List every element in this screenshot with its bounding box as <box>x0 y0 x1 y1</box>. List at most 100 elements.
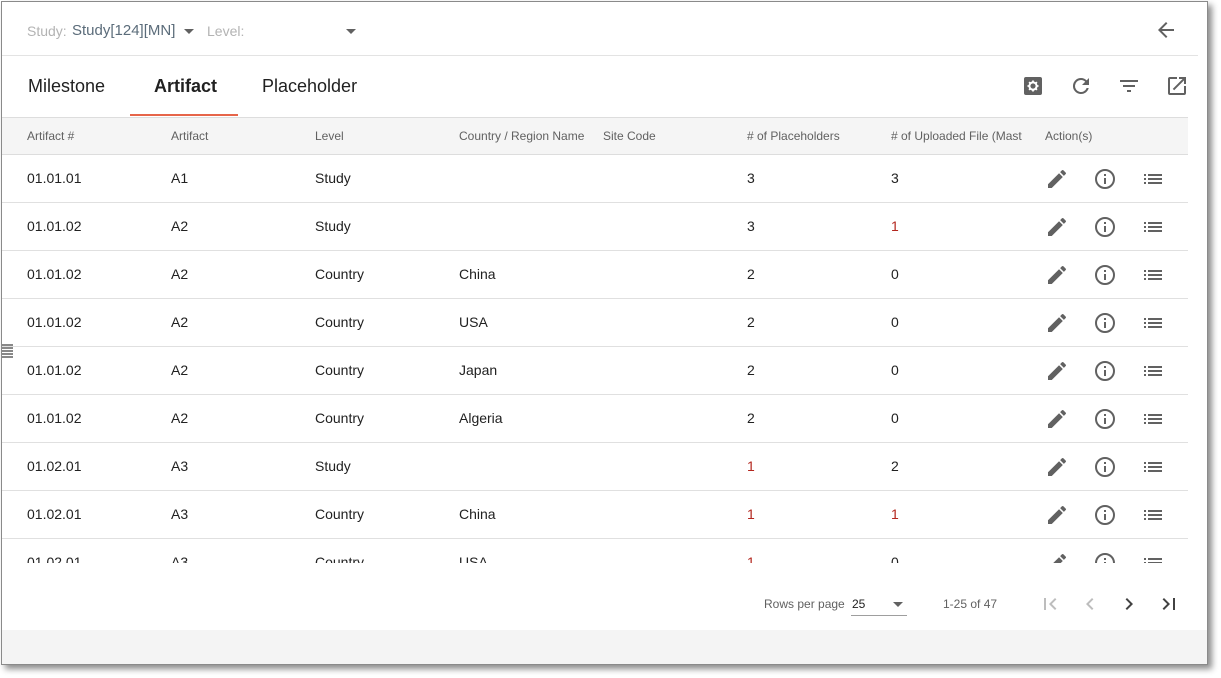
table-row[interactable]: 01.01.02 A2 Country USA 2 0 <box>2 299 1188 347</box>
refresh-icon[interactable] <box>1069 74 1093 98</box>
cell-artifact: A3 <box>171 506 189 522</box>
cell-uploaded-files: 0 <box>891 410 899 426</box>
artifact-table: Artifact # Artifact Level Country / Regi… <box>2 117 1188 563</box>
tab-placeholder[interactable]: Placeholder <box>262 56 357 117</box>
list-icon[interactable] <box>1141 407 1165 431</box>
level-filter-label: Level: <box>207 23 245 39</box>
column-header-artifact-number[interactable]: Artifact # <box>27 118 157 155</box>
column-header-level[interactable]: Level <box>315 118 445 155</box>
edit-icon[interactable] <box>1045 407 1069 431</box>
first-page-icon[interactable] <box>1038 592 1062 616</box>
previous-page-icon[interactable] <box>1078 592 1102 616</box>
table-body: 01.01.01 A1 Study 3 3 01.01.02 A2 Study 3 1 01.01.… <box>2 155 1188 563</box>
cell-uploaded-files: 2 <box>891 458 899 474</box>
edit-icon[interactable] <box>1045 215 1069 239</box>
table-row[interactable]: 01.02.01 A3 Country China 1 1 <box>2 491 1188 539</box>
edit-icon[interactable] <box>1045 167 1069 191</box>
cell-country-region: China <box>459 506 496 522</box>
edit-icon[interactable] <box>1045 503 1069 527</box>
list-icon[interactable] <box>1141 167 1165 191</box>
next-page-icon[interactable] <box>1117 592 1141 616</box>
footer-area <box>2 630 1207 664</box>
settings-icon[interactable] <box>1021 74 1045 98</box>
edit-icon[interactable] <box>1045 551 1069 563</box>
column-header-placeholders[interactable]: # of Placeholders <box>747 118 887 155</box>
cell-country-region: USA <box>459 554 488 563</box>
study-filter-label: Study: <box>27 23 67 39</box>
column-header-artifact[interactable]: Artifact <box>171 118 301 155</box>
cell-uploaded-files: 1 <box>891 506 899 522</box>
table-row[interactable]: 01.01.02 A2 Country Japan 2 0 <box>2 347 1188 395</box>
tab-bar: Milestone Artifact Placeholder <box>2 56 1198 117</box>
list-icon[interactable] <box>1141 455 1165 479</box>
column-header-site-code[interactable]: Site Code <box>603 118 733 155</box>
cell-artifact: A2 <box>171 410 189 426</box>
table-scrollbar[interactable] <box>1188 117 1198 563</box>
cell-country-region: Japan <box>459 362 498 378</box>
info-icon[interactable] <box>1093 263 1117 287</box>
filter-icon[interactable] <box>1117 74 1141 98</box>
cell-artifact: A2 <box>171 218 189 234</box>
rows-per-page-value: 25 <box>852 597 866 611</box>
tab-milestone[interactable]: Milestone <box>28 56 105 117</box>
table-row[interactable]: 01.02.01 A3 Study 1 2 <box>2 443 1188 491</box>
last-page-icon[interactable] <box>1157 592 1181 616</box>
drag-handle-icon[interactable] <box>2 343 14 359</box>
cell-placeholders: 2 <box>747 410 755 426</box>
edit-icon[interactable] <box>1045 263 1069 287</box>
cell-artifact-number: 01.01.02 <box>27 362 82 378</box>
edit-icon[interactable] <box>1045 359 1069 383</box>
cell-country-region: Algeria <box>459 410 503 426</box>
cell-uploaded-files: 1 <box>891 218 899 234</box>
cell-placeholders: 1 <box>747 554 755 563</box>
cell-uploaded-files: 0 <box>891 314 899 330</box>
list-icon[interactable] <box>1141 359 1165 383</box>
back-arrow-icon[interactable] <box>1154 18 1178 42</box>
info-icon[interactable] <box>1093 407 1117 431</box>
edit-icon[interactable] <box>1045 311 1069 335</box>
table-row[interactable]: 01.01.02 A2 Study 3 1 <box>2 203 1188 251</box>
info-icon[interactable] <box>1093 551 1117 563</box>
cell-level: Country <box>315 362 365 378</box>
table-row[interactable]: 01.01.02 A2 Country Algeria 2 0 <box>2 395 1188 443</box>
cell-artifact-number: 01.02.01 <box>27 458 82 474</box>
list-icon[interactable] <box>1141 215 1165 239</box>
cell-level: Country <box>315 410 365 426</box>
list-icon[interactable] <box>1141 263 1165 287</box>
active-tab-indicator <box>130 114 238 116</box>
cell-artifact: A3 <box>171 554 189 563</box>
column-header-country-region[interactable]: Country / Region Name <box>459 118 599 155</box>
info-icon[interactable] <box>1093 311 1117 335</box>
info-icon[interactable] <box>1093 215 1117 239</box>
info-icon[interactable] <box>1093 359 1117 383</box>
cell-level: Study <box>315 458 351 474</box>
cell-level: Country <box>315 554 365 563</box>
level-dropdown-caret-icon[interactable] <box>346 29 356 34</box>
info-icon[interactable] <box>1093 503 1117 527</box>
page-range-text: 1-25 of 47 <box>943 597 998 611</box>
cell-placeholders: 2 <box>747 314 755 330</box>
cell-artifact: A1 <box>171 170 189 186</box>
tab-artifact[interactable]: Artifact <box>154 56 217 117</box>
rows-per-page-select[interactable]: 25 <box>851 592 907 616</box>
list-icon[interactable] <box>1141 503 1165 527</box>
info-icon[interactable] <box>1093 455 1117 479</box>
study-filter-value[interactable]: Study[124][MN] <box>72 22 175 39</box>
cell-artifact: A2 <box>171 362 189 378</box>
cell-placeholders: 3 <box>747 218 755 234</box>
list-icon[interactable] <box>1141 551 1165 563</box>
open-in-new-icon[interactable] <box>1165 74 1189 98</box>
table-row[interactable]: 01.01.02 A2 Country China 2 0 <box>2 251 1188 299</box>
list-icon[interactable] <box>1141 311 1165 335</box>
info-icon[interactable] <box>1093 167 1117 191</box>
column-header-uploaded-files[interactable]: # of Uploaded File (Mast <box>891 118 1024 155</box>
cell-placeholders: 3 <box>747 170 755 186</box>
cell-artifact-number: 01.01.02 <box>27 314 82 330</box>
cell-uploaded-files: 0 <box>891 266 899 282</box>
study-dropdown-caret-icon[interactable] <box>184 29 194 34</box>
cell-artifact-number: 01.01.02 <box>27 266 82 282</box>
table-row[interactable]: 01.01.01 A1 Study 3 3 <box>2 155 1188 203</box>
edit-icon[interactable] <box>1045 455 1069 479</box>
table-row[interactable]: 01.02.01 A3 Country USA 1 0 <box>2 539 1188 563</box>
table-header: Artifact # Artifact Level Country / Regi… <box>2 117 1188 155</box>
